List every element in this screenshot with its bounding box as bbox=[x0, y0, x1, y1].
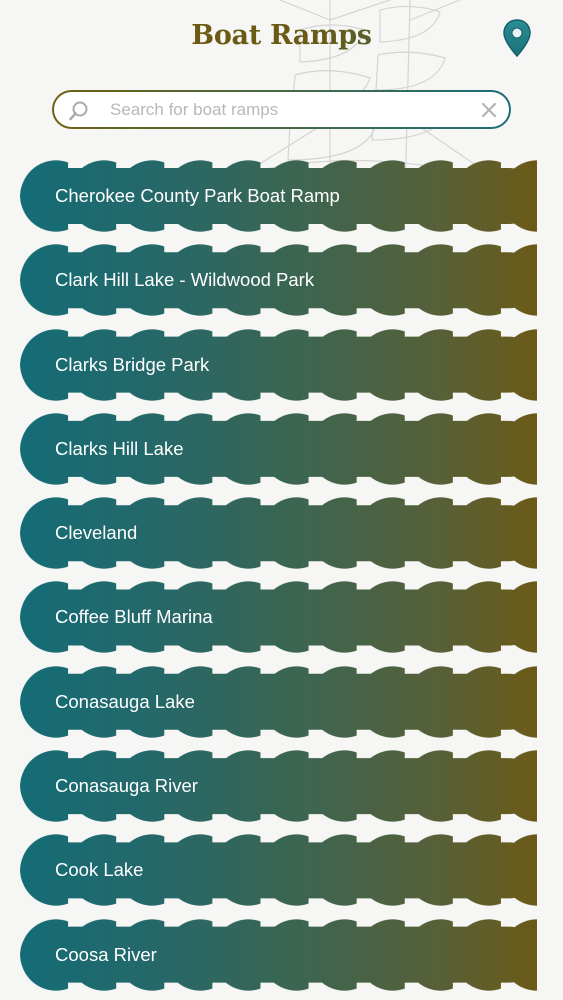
location-button[interactable] bbox=[497, 16, 537, 60]
list-item-label: Cook Lake bbox=[55, 859, 144, 881]
list-item[interactable]: Conasauga Lake bbox=[20, 665, 537, 738]
list-item[interactable]: Cook Lake bbox=[20, 834, 537, 907]
list-item[interactable]: Clark Hill Lake - Wildwood Park bbox=[20, 244, 537, 317]
clear-search-button[interactable] bbox=[479, 100, 499, 120]
page-title: Boat Ramps bbox=[0, 20, 563, 51]
list-item-label: Conasauga River bbox=[55, 775, 198, 797]
list-item-label: Cherokee County Park Boat Ramp bbox=[55, 185, 340, 206]
list-item-label: Coosa River bbox=[55, 943, 157, 965]
close-icon bbox=[481, 102, 497, 118]
list-item[interactable]: Clarks Bridge Park bbox=[20, 328, 537, 401]
search-icon bbox=[69, 101, 88, 121]
list-item[interactable]: Cherokee County Park Boat Ramp bbox=[20, 160, 537, 232]
list-item-label: Clarks Hill Lake bbox=[55, 437, 184, 459]
list-item-label: Cleveland bbox=[55, 522, 138, 544]
boat-ramp-list: Cherokee County Park Boat Ramp Clark Hill… bbox=[20, 160, 537, 1000]
list-item[interactable]: Conasauga River bbox=[20, 750, 537, 823]
search-bar bbox=[52, 90, 511, 129]
list-item[interactable]: Coffee Bluff Marina bbox=[20, 581, 537, 654]
list-item[interactable]: Cleveland bbox=[20, 497, 537, 570]
search-input[interactable] bbox=[110, 92, 470, 127]
list-item[interactable]: Clarks Hill Lake bbox=[20, 412, 537, 485]
header: Boat Ramps bbox=[0, 0, 563, 80]
list-item-label: Coffee Bluff Marina bbox=[55, 606, 213, 628]
list-item[interactable]: Coosa River bbox=[20, 918, 537, 991]
map-pin-icon bbox=[503, 19, 531, 58]
list-item-label: Clark Hill Lake - Wildwood Park bbox=[55, 269, 315, 291]
list-item-label: Conasauga Lake bbox=[55, 690, 195, 712]
list-item-label: Clarks Bridge Park bbox=[55, 353, 210, 375]
